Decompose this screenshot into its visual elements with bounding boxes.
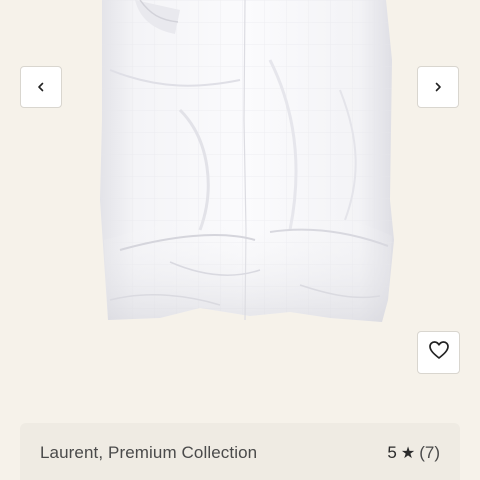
chevron-left-icon [35,81,47,93]
rating-count: (7) [419,443,440,462]
add-to-wishlist-button[interactable] [417,331,460,374]
previous-image-button[interactable] [20,66,62,108]
star-icon: ★ [400,445,416,462]
product-detail-screen: Laurent, Premium Collection 5 ★ (7) [0,0,480,480]
product-info-card: Laurent, Premium Collection 5 ★ (7) [20,423,460,480]
product-rating[interactable]: 5 ★ (7) [387,443,440,463]
product-brand-label[interactable]: Laurent, Premium Collection [40,443,257,463]
next-image-button[interactable] [417,66,459,108]
chevron-right-icon [432,81,444,93]
heart-icon [428,340,450,365]
product-image[interactable] [0,0,480,400]
rating-value: 5 [387,443,397,462]
